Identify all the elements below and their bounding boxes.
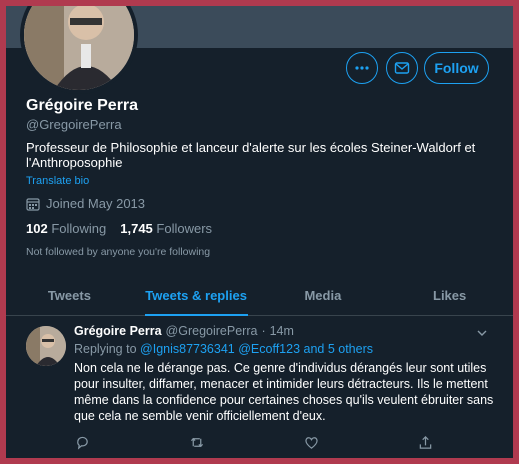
profile-bio: Professeur de Philosophie et lanceur d'a… [26,140,476,170]
followers-link[interactable]: 1,745 Followers [120,221,212,236]
followers-count: 1,745 [120,221,153,236]
tab-likes[interactable]: Likes [386,276,513,315]
more-button[interactable] [346,52,378,84]
tab-tweets[interactable]: Tweets [6,276,133,315]
heart-icon [305,436,318,449]
retweet-icon [190,437,203,447]
chevron-down-icon [477,330,487,336]
tab-media[interactable]: Media [260,276,387,315]
profile-name: Grégoire Perra [26,97,139,114]
tweet-header: Grégoire Perra @GregoirePerra · 14m [74,324,294,338]
translate-bio-link[interactable]: Translate bio [26,175,89,187]
reply-icon [76,436,88,450]
share-button[interactable] [418,434,434,450]
tweet-avatar-photo [26,326,66,366]
joined-date: Joined May 2013 [26,196,145,211]
followers-label: Followers [156,221,213,236]
profile-frame: Follow Grégoire Perra @GregoirePerra Pro… [6,6,513,458]
following-link[interactable]: 102 Following [26,221,106,236]
profile-tabs: Tweets Tweets & replies Media Likes [6,276,513,316]
message-button[interactable] [386,52,418,84]
message-icon [394,62,410,74]
tweet-text: Non cela ne le dérange pas. Ce genre d'i… [74,361,494,423]
tweet-time[interactable]: 14m [270,324,294,338]
more-icon [355,66,369,70]
avatar-photo [24,6,134,90]
following-count: 102 [26,221,48,236]
follow-button[interactable]: Follow [424,52,489,84]
not-followed-note: Not followed by anyone you're following [26,246,211,258]
replying-prefix: Replying to [74,342,137,356]
retweet-button[interactable] [189,434,205,450]
tweet-menu-button[interactable] [476,326,488,344]
reply-button[interactable] [74,434,90,450]
share-icon [420,435,432,449]
calendar-icon [26,197,40,211]
tweet-separator: · [261,324,266,338]
replying-mentions[interactable]: @Ignis87736341 @Ecoff123 and 5 others [140,342,373,356]
joined-text: Joined May 2013 [46,196,146,211]
tweet-item[interactable]: Grégoire Perra @GregoirePerra · 14m Repl… [6,316,513,458]
follow-counts: 102 Following 1,745 Followers [26,221,212,236]
tweet-actions [74,434,434,450]
following-label: Following [51,221,107,236]
profile-avatar[interactable] [20,6,138,94]
replying-to: Replying to @Ignis87736341 @Ecoff123 and… [74,342,373,356]
tweet-author-name[interactable]: Grégoire Perra [74,324,162,338]
profile-handle: @GregoirePerra [26,117,122,132]
tab-tweets-replies[interactable]: Tweets & replies [133,276,260,316]
like-button[interactable] [303,434,319,450]
tweet-avatar[interactable] [26,326,66,366]
tweet-author-handle: @GregoirePerra [165,324,258,338]
